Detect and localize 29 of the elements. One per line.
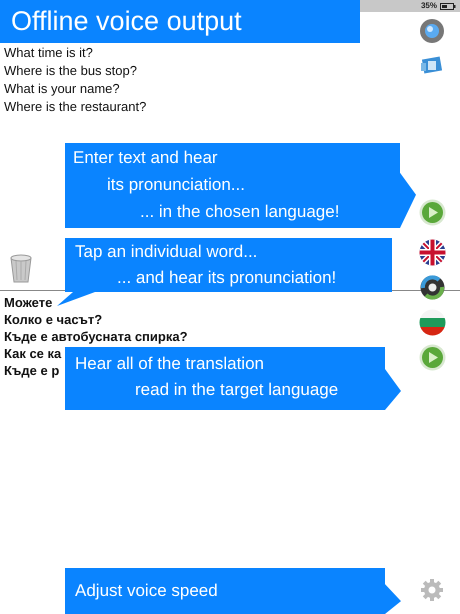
battery-icon	[440, 2, 456, 10]
translation-text[interactable]: Къде е автобусната спирка?	[4, 328, 188, 345]
phrase-text[interactable]: Where is the restaurant?	[4, 98, 146, 116]
callout-text: ... in the chosen language!	[140, 201, 340, 223]
phrase-text[interactable]: What time is it?	[4, 44, 93, 62]
camera-icon[interactable]	[419, 18, 445, 44]
callout-text: read in the target language	[135, 379, 338, 401]
battery-text: 35%	[420, 0, 437, 12]
callout-text: Enter text and hear	[73, 147, 218, 169]
translation-text[interactable]: Можете	[4, 294, 52, 311]
callout-text: ... and hear its pronunciation!	[117, 267, 336, 289]
swap-icon[interactable]	[419, 274, 446, 301]
translation-text[interactable]: Как се ка	[4, 345, 62, 362]
play-icon[interactable]	[419, 199, 446, 226]
callout-text: its pronunciation...	[107, 174, 245, 196]
callout-text: Hear all of the translation	[75, 353, 264, 375]
translation-text[interactable]: Къде е р	[4, 362, 60, 379]
phrase-text[interactable]: What is your name?	[4, 80, 120, 98]
callout-text: Tap an individual word...	[75, 241, 258, 263]
title-banner: Offline voice output	[0, 0, 360, 43]
flag-icon[interactable]	[419, 309, 446, 336]
settings-icon[interactable]	[420, 578, 444, 602]
photo-icon[interactable]	[420, 54, 444, 76]
trash-icon[interactable]	[8, 252, 34, 284]
play-icon[interactable]	[419, 344, 446, 371]
flag-icon[interactable]	[419, 239, 446, 266]
callout-text: Adjust voice speed	[75, 580, 218, 602]
phrase-text[interactable]: Where is the bus stop?	[4, 62, 137, 80]
translation-text[interactable]: Колко е часът?	[4, 311, 102, 328]
